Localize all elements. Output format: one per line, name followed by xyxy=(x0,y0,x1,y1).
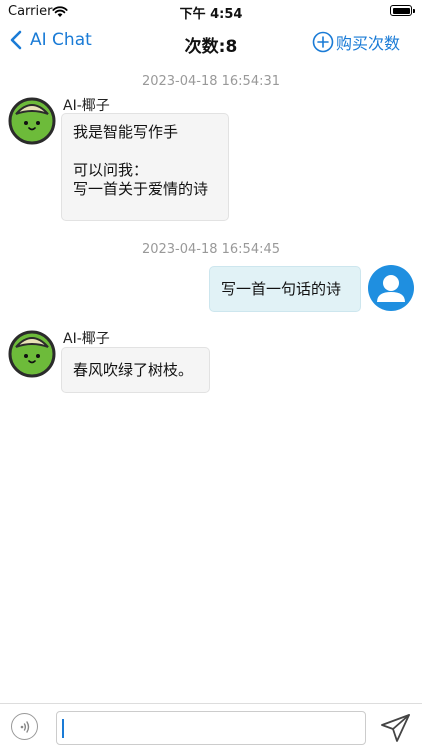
composer-bar xyxy=(0,703,422,751)
sender-name: AI-椰子 xyxy=(63,331,110,347)
status-bar: Carrier 下午 4:54 xyxy=(0,0,422,24)
battery-icon xyxy=(390,5,415,16)
message-line: 可以问我： xyxy=(73,161,149,179)
status-time: 下午 4:54 xyxy=(179,7,243,22)
message-text: 春风吹绿了树枝。 xyxy=(73,361,194,379)
navigation-bar: AI Chat 次数:8 购买次数 xyxy=(0,24,422,64)
voice-input-button[interactable] xyxy=(11,713,38,740)
message-timestamp: 2023-04-18 16:54:45 xyxy=(141,242,281,257)
ai-message-bubble: 我是智能写作手 可以问我： 写一首关于爱情的诗 xyxy=(61,113,229,221)
message-line xyxy=(73,142,217,161)
message-input[interactable] xyxy=(56,711,366,745)
ai-message-bubble: 春风吹绿了树枝。 xyxy=(61,347,210,393)
add-circle-icon xyxy=(312,31,334,53)
message-text: 写一首一句话的诗 xyxy=(221,280,342,298)
ai-avatar xyxy=(8,97,56,145)
send-button[interactable] xyxy=(380,713,412,747)
message-timestamp: 2023-04-18 16:54:31 xyxy=(141,74,281,89)
buy-count-button[interactable]: 购买次数 xyxy=(312,30,400,54)
text-cursor xyxy=(62,719,64,738)
sound-wave-icon xyxy=(20,720,29,733)
sender-name: AI-椰子 xyxy=(63,98,110,114)
message-line: 写一首关于爱情的诗 xyxy=(73,180,209,198)
paper-plane-icon xyxy=(381,714,410,742)
message-line: 我是智能写作手 xyxy=(73,123,179,141)
buy-count-label: 购买次数 xyxy=(335,34,400,53)
user-avatar xyxy=(367,264,415,312)
user-message-bubble: 写一首一句话的诗 xyxy=(209,266,361,312)
ai-avatar xyxy=(8,330,56,378)
